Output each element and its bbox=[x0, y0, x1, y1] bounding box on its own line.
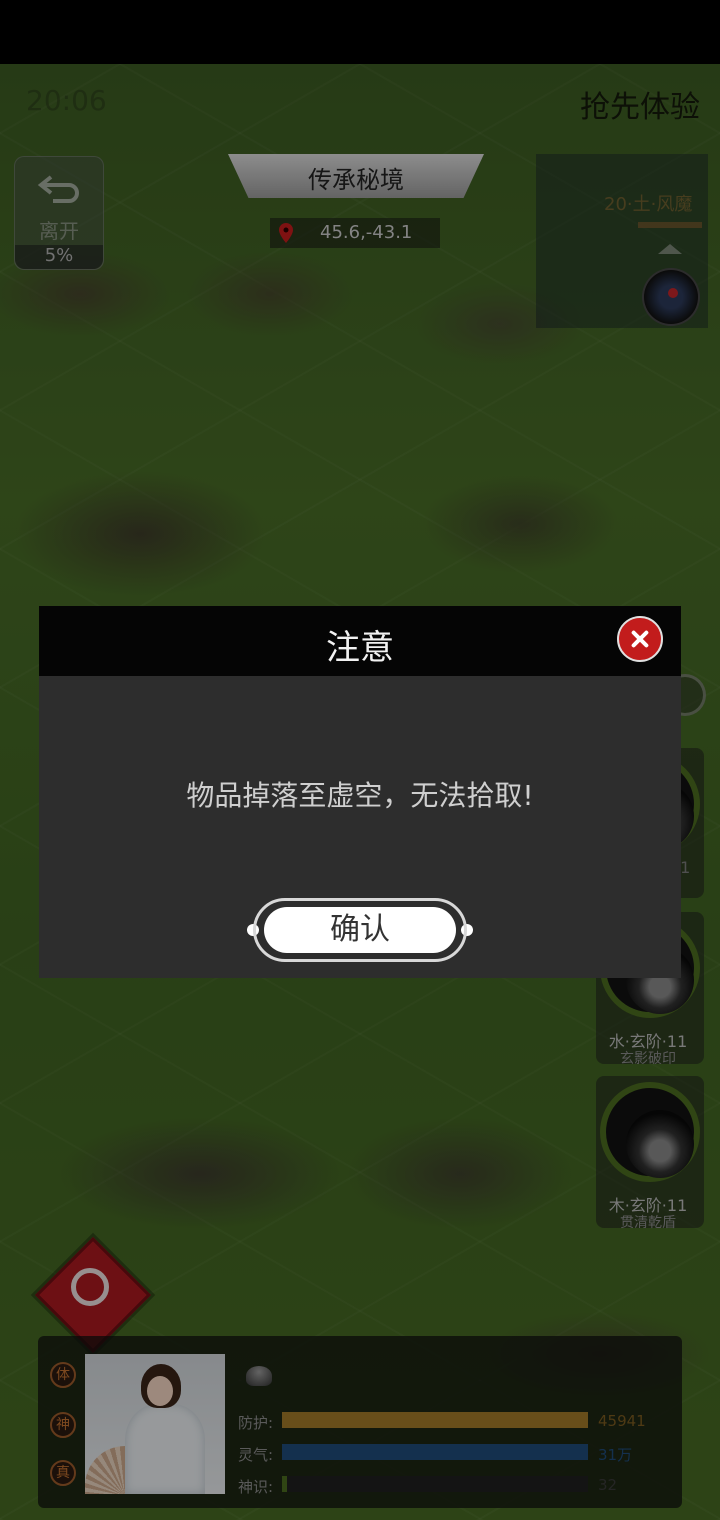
dialog-title: 注意 bbox=[326, 628, 394, 668]
status-bar bbox=[0, 0, 720, 64]
dialog-header: 注意 bbox=[39, 606, 681, 676]
confirm-button[interactable]: 确认 bbox=[264, 907, 456, 953]
close-icon[interactable] bbox=[617, 616, 663, 662]
confirm-button-frame: 确认 bbox=[253, 898, 467, 962]
notice-dialog: 注意 物品掉落至虚空，无法拾取! 确认 bbox=[39, 606, 681, 978]
dialog-message: 物品掉落至虚空，无法拾取! bbox=[186, 779, 534, 812]
